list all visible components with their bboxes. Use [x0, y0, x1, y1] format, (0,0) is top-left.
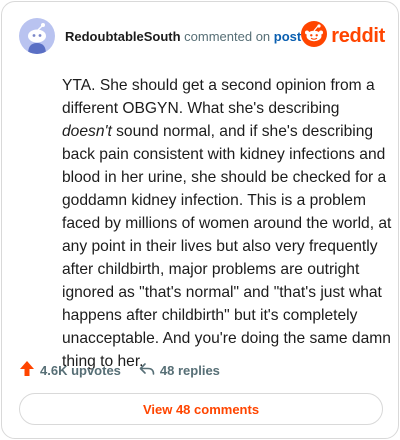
view-comments-button[interactable]: View 48 comments	[19, 393, 383, 425]
user-avatar-icon[interactable]	[19, 18, 55, 54]
upvote-arrow-icon	[19, 360, 40, 380]
reddit-brand[interactable]: reddit	[301, 20, 385, 52]
replies-button[interactable]: 48 replies	[139, 362, 220, 379]
comment-text-part1: YTA. She should get a second opinion fro…	[62, 77, 375, 117]
comment-header: RedoubtableSouth commented on post reddi…	[19, 18, 385, 54]
comment-meta: RedoubtableSouth commented on post	[65, 29, 301, 44]
reddit-logo-icon	[301, 20, 328, 52]
comment-body: YTA. She should get a second opinion fro…	[62, 74, 392, 373]
upvote-button[interactable]: 4.6K upvotes	[19, 360, 121, 380]
post-link[interactable]: post	[274, 29, 301, 44]
view-comments-label: View 48 comments	[142, 401, 260, 417]
reply-count: 48 replies	[159, 362, 220, 378]
comment-actions: 4.6K upvotes 48 replies	[19, 360, 220, 380]
comment-text-emphasis: doesn't	[62, 123, 112, 140]
reddit-wordmark: reddit	[331, 24, 385, 47]
reply-arrow-icon	[139, 362, 160, 379]
upvote-count: 4.6K upvotes	[40, 362, 121, 378]
username-link[interactable]: RedoubtableSouth	[65, 29, 181, 44]
commented-on-text: commented on	[180, 28, 274, 44]
comment-text-part2: sound normal, and if she's describing ba…	[62, 123, 392, 370]
comment-card: RedoubtableSouth commented on post reddi…	[1, 1, 399, 439]
